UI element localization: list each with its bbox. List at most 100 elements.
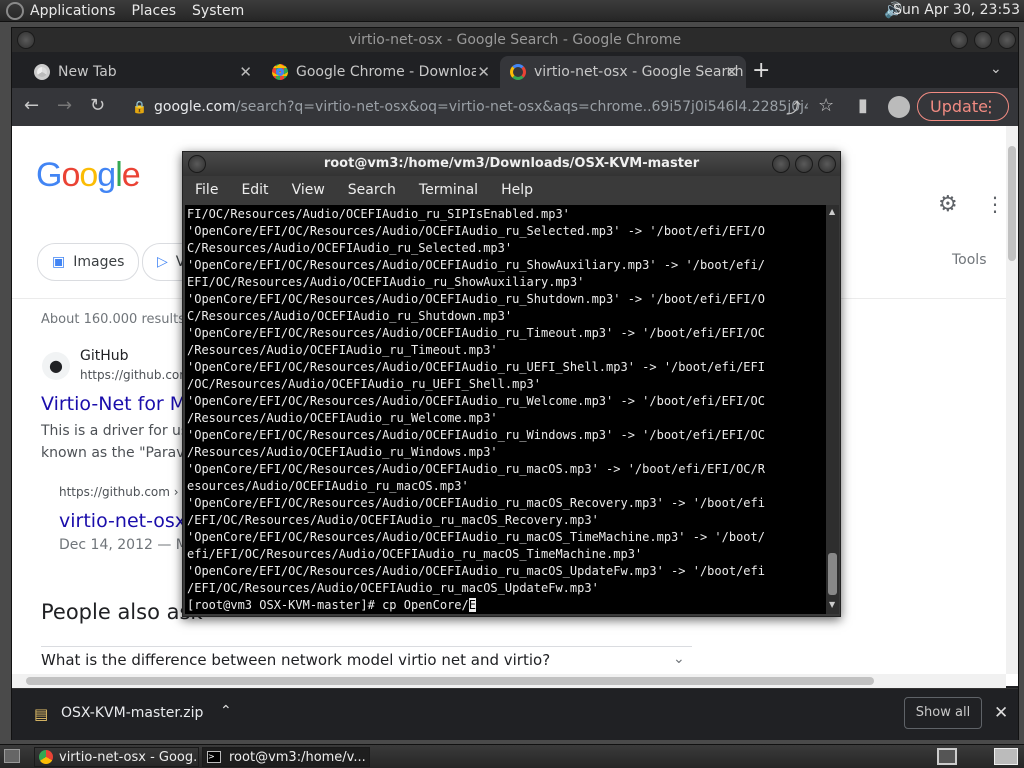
tab-chrome-download[interactable]: Google Chrome - Download th ✕ [262,56,498,88]
terminal-output[interactable]: FI/OC/Resources/Audio/OCEFIAudio_ru_SIPI… [185,205,826,614]
menu-help[interactable]: Help [501,182,533,198]
back-icon[interactable]: ← [24,95,39,116]
show-desktop-icon[interactable] [4,749,20,763]
new-tab-icon[interactable]: + [752,58,770,83]
terminal-scrollbar[interactable]: ▲ ▼ [826,205,839,614]
chip-images[interactable]: ▣ Images [37,243,140,281]
terminal-line: 'OpenCore/EFI/OC/Resources/Audio/OCEFIAu… [187,462,765,476]
horizontal-scrollbar[interactable] [12,674,1006,688]
reload-icon[interactable]: ↻ [90,95,105,116]
terminal-line: 'OpenCore/EFI/OC/Resources/Audio/OCEFIAu… [187,530,765,544]
profile-avatar-icon[interactable] [888,96,910,118]
side-panel-icon[interactable]: ▮ [858,95,868,116]
menu-edit[interactable]: Edit [241,182,268,198]
terminal-line: efi/EFI/OC/Resources/Audio/OCEFIAudio_ru… [187,547,643,561]
maximize-button[interactable] [795,155,813,173]
terminal-line: /Resources/Audio/OCEFIAudio_ru_Timeout.m… [187,343,498,357]
google-icon [510,64,526,80]
url-host: google.com [154,99,236,115]
vertical-scrollbar[interactable] [1006,126,1018,674]
window-title: virtio-net-osx - Google Search - Google … [12,28,1018,52]
taskbar-label: virtio-net-osx - Goog... [59,749,199,765]
address-bar[interactable]: 🔒 google.com/search?q=virtio-net-osx&oq=… [128,92,808,122]
tab-search-chevron-icon[interactable]: ⌄ [990,61,1002,77]
trash-icon[interactable] [994,748,1018,765]
places-menu[interactable]: Places [132,3,177,19]
menu-search[interactable]: Search [348,182,396,198]
window-menu-button[interactable] [17,31,35,49]
terminal-line: C/Resources/Audio/OCEFIAudio_ru_Shutdown… [187,309,513,323]
chip-label: Images [73,254,125,270]
result-title-link[interactable]: virtio-net-osx/ [59,510,192,532]
result-site-name: GitHub [80,348,129,364]
system-menu[interactable]: System [192,3,244,19]
chrome-icon [39,750,53,764]
lock-icon: 🔒 [132,100,147,114]
terminal-line: 'OpenCore/EFI/OC/Resources/Audio/OCEFIAu… [187,326,765,340]
tab-new-tab[interactable]: New Tab ✕ [24,56,260,88]
github-icon: ● [42,352,70,380]
workspace-switcher-icon[interactable] [937,748,957,765]
bookmark-star-icon[interactable]: ☆ [818,95,834,116]
text-cursor: E [468,598,476,612]
kebab-menu-icon[interactable]: ⋮ [982,93,998,120]
chrome-icon [272,64,288,80]
terminal-line: /OC/Resources/Audio/OCEFIAudio_ru_UEFI_S… [187,377,542,391]
taskbar-label: root@vm3:/home/v... [229,749,366,765]
show-all-button[interactable]: Show all [904,697,982,729]
close-window-button[interactable] [998,31,1016,49]
share-icon[interactable]: ⤴ [786,97,801,118]
result-url: https://github.com › vir [59,485,198,499]
close-window-button[interactable] [818,155,836,173]
clock[interactable]: Sun Apr 30, 23:53 [893,2,1020,18]
close-download-bar-icon[interactable]: ✕ [994,703,1008,723]
tab-search[interactable]: virtio-net-osx - Google Search ✕ [500,56,746,88]
menu-terminal[interactable]: Terminal [419,182,478,198]
result-url: https://github.com [80,368,191,382]
terminal-line: EFI/OC/Resources/Audio/OCEFIAudio_ru_Sho… [187,275,585,289]
chevron-down-icon[interactable]: ⌄ [673,651,685,667]
results-count: About 160.000 results [41,312,186,327]
people-also-ask-heading: People also ask [41,600,203,624]
terminal-line: C/Resources/Audio/OCEFIAudio_ru_Selected… [187,241,513,255]
terminal-menubar: File Edit View Search Terminal Help [183,176,840,204]
terminal-line: /Resources/Audio/OCEFIAudio_ru_Welcome.m… [187,411,498,425]
chrome-icon [34,64,50,80]
window-menu-button[interactable] [188,155,206,173]
terminal-line: 'OpenCore/EFI/OC/Resources/Audio/OCEFIAu… [187,258,765,272]
minimize-button[interactable] [950,31,968,49]
minimize-button[interactable] [772,155,790,173]
video-icon: ▷ [157,254,168,270]
terminal-line: 'OpenCore/EFI/OC/Resources/Audio/OCEFIAu… [187,496,765,510]
applications-menu[interactable]: Applications [30,3,116,19]
close-tab-icon[interactable]: ✕ [477,63,490,81]
image-icon: ▣ [52,254,66,270]
close-tab-icon[interactable]: ✕ [239,63,252,81]
chevron-up-icon[interactable]: ⌃ [220,703,232,719]
terminal-line: 'OpenCore/EFI/OC/Resources/Audio/OCEFIAu… [187,564,765,578]
terminal-line: esources/Audio/OCEFIAudio_ru_macOS.mp3' [187,479,469,493]
google-logo[interactable]: Google [36,156,141,195]
download-file-name[interactable]: OSX-KVM-master.zip [61,705,203,721]
menu-file[interactable]: File [195,182,218,198]
menu-view[interactable]: View [292,182,325,198]
terminal-line: 'OpenCore/EFI/OC/Resources/Audio/OCEFIAu… [187,428,765,442]
update-button[interactable]: Update ⋮ [917,92,1009,121]
taskbar-item-terminal[interactable]: > root@vm3:/home/v... [202,747,370,767]
distro-logo-icon[interactable] [6,1,24,20]
terminal-prompt[interactable]: [root@vm3 OSX-KVM-master]# cp OpenCore/E [187,597,824,614]
divider [41,646,692,647]
update-label: Update [930,97,988,116]
maximize-button[interactable] [974,31,992,49]
taskbar-item-chrome[interactable]: virtio-net-osx - Goog... [34,747,199,767]
terminal-line: /Resources/Audio/OCEFIAudio_ru_Windows.m… [187,445,498,459]
tab-label: New Tab [58,64,117,80]
close-tab-icon[interactable]: ✕ [725,63,738,81]
tools-button[interactable]: Tools [952,252,987,268]
terminal-line: 'OpenCore/EFI/OC/Resources/Audio/OCEFIAu… [187,394,765,408]
download-bar: ▤ OSX-KVM-master.zip ⌃ Show all ✕ [12,688,1018,740]
forward-icon[interactable]: → [57,95,72,116]
result-title-link[interactable]: Virtio-Net for Ma [41,393,198,415]
settings-gear-icon[interactable]: ⚙ [938,192,958,217]
paa-question[interactable]: What is the difference between network m… [41,651,550,669]
